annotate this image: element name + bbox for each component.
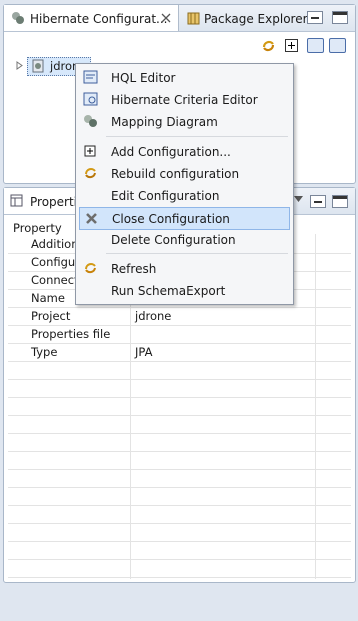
menu-separator [106, 136, 288, 137]
menu-item-label: Edit Configuration [111, 189, 220, 203]
property-name: Name [31, 291, 65, 305]
table-row[interactable] [8, 433, 351, 452]
menu-item-hql-editor[interactable]: HQL Editor [79, 67, 288, 88]
property-name: Configu [31, 255, 76, 269]
hibernate-icon [12, 12, 24, 24]
column-divider [315, 234, 316, 579]
menu-item-label: Run SchemaExport [111, 284, 226, 298]
menu-item-label: HQL Editor [111, 71, 176, 85]
view-tab-bar: Hibernate Configurat... Package Explorer [4, 5, 355, 32]
table-row[interactable] [8, 451, 351, 470]
maximize-button[interactable] [332, 11, 348, 24]
menu-item-hibernate-criteria-editor[interactable]: Hibernate Criteria Editor [79, 89, 288, 110]
hql-editor-icon [83, 70, 98, 84]
configuration-icon [32, 59, 44, 73]
table-row[interactable] [8, 487, 351, 506]
expand-all-icon[interactable] [285, 39, 298, 52]
refresh-toolbar-icon[interactable] [261, 39, 276, 53]
close-tab-icon[interactable] [161, 13, 171, 23]
properties-icon [10, 194, 23, 207]
menu-item-label: Rebuild configuration [111, 167, 240, 181]
table-row[interactable] [8, 415, 351, 434]
table-row[interactable] [8, 559, 351, 578]
table-row[interactable] [8, 523, 351, 542]
table-row[interactable] [8, 469, 351, 488]
menu-item-run-schemaexport[interactable]: Run SchemaExport [79, 280, 288, 301]
hql-toolbar-icon[interactable] [307, 38, 324, 53]
property-column-header[interactable]: Property [13, 221, 62, 235]
tab-label: Hibernate Configurat... [30, 12, 168, 26]
property-name: Connect [31, 273, 79, 287]
property-name: Project [31, 309, 71, 323]
refresh-icon [85, 263, 96, 274]
tab-properties[interactable]: Properties [4, 188, 91, 214]
menu-item-close-configuration[interactable]: Close Configuration [79, 207, 290, 230]
maximize-button[interactable] [332, 195, 348, 208]
table-row[interactable] [8, 541, 351, 560]
table-row[interactable] [8, 379, 351, 398]
minimize-button[interactable] [307, 11, 323, 24]
table-row[interactable] [8, 505, 351, 524]
criteria-editor-icon [83, 92, 98, 106]
package-explorer-icon [187, 12, 200, 25]
close-config-icon [86, 213, 97, 224]
table-row[interactable]: Project jdrone [8, 307, 351, 326]
menu-item-label: Hibernate Criteria Editor [111, 93, 258, 107]
menu-item-add-configuration[interactable]: Add Configuration... [79, 141, 288, 162]
menu-item-label: Delete Configuration [111, 233, 236, 247]
view-menu-icon[interactable] [294, 196, 303, 203]
rebuild-icon [85, 168, 96, 179]
table-row[interactable] [8, 361, 351, 380]
minimize-button[interactable] [310, 195, 326, 208]
menu-item-edit-configuration[interactable]: Edit Configuration [79, 185, 288, 206]
menu-item-label: Refresh [111, 262, 157, 276]
property-name: Type [31, 345, 58, 359]
menu-item-mapping-diagram[interactable]: Mapping Diagram [79, 111, 288, 132]
tab-package-explorer[interactable]: Package Explorer [204, 12, 308, 26]
menu-item-delete-configuration[interactable]: Delete Configuration [79, 229, 288, 250]
property-name: Properties file [31, 327, 111, 341]
add-icon [84, 145, 96, 157]
tab-hibernate-configurations[interactable]: Hibernate Configurat... [4, 5, 179, 31]
criteria-toolbar-icon[interactable] [329, 38, 346, 53]
context-menu: HQL Editor Hibernate Criteria Editor Mappi… [75, 63, 294, 305]
tree-expand-arrow-icon[interactable] [16, 61, 24, 70]
menu-item-label: Close Configuration [112, 212, 230, 226]
menu-item-label: Mapping Diagram [111, 115, 218, 129]
property-name: Addition [31, 237, 79, 251]
property-value: JPA [135, 345, 153, 359]
table-row[interactable]: Type JPA [8, 343, 351, 362]
menu-separator [106, 253, 288, 254]
menu-item-rebuild-configuration[interactable]: Rebuild configuration [79, 163, 288, 184]
property-value: jdrone [135, 309, 172, 323]
mapping-diagram-icon [84, 115, 97, 127]
table-row[interactable] [8, 397, 351, 416]
menu-item-label: Add Configuration... [111, 145, 231, 159]
menu-item-refresh[interactable]: Refresh [79, 258, 288, 279]
table-row[interactable]: Properties file [8, 325, 351, 344]
